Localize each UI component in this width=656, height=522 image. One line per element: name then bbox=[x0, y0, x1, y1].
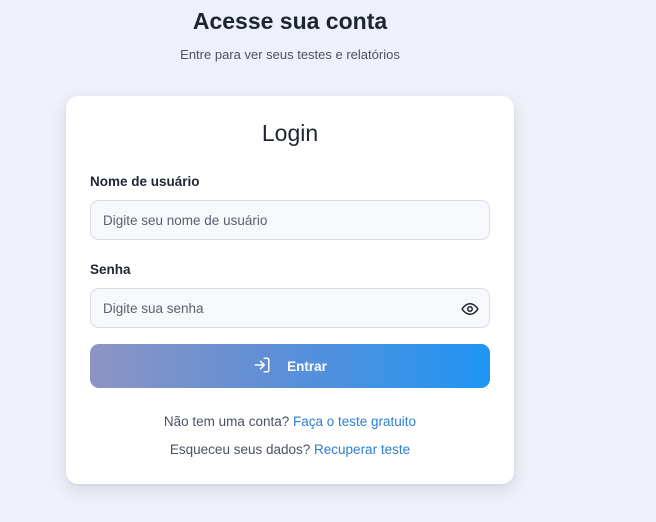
login-button-label: Entrar bbox=[287, 358, 327, 374]
username-input[interactable] bbox=[91, 201, 489, 239]
page-subtitle: Entre para ver seus testes e relatórios bbox=[180, 47, 400, 62]
password-field-wrapper bbox=[90, 288, 490, 328]
signup-link[interactable]: Faça o teste gratuito bbox=[293, 414, 416, 429]
page-title: Acesse sua conta bbox=[192, 8, 388, 34]
login-button[interactable]: Entrar bbox=[90, 344, 490, 388]
password-input[interactable] bbox=[91, 289, 489, 327]
username-field-wrapper bbox=[90, 200, 490, 240]
recover-row: Esqueceu seus dados? Recuperar teste bbox=[66, 442, 514, 457]
eye-icon[interactable] bbox=[461, 300, 479, 318]
password-label: Senha bbox=[90, 262, 131, 277]
recover-link[interactable]: Recuperar teste bbox=[314, 442, 410, 457]
signup-prompt: Não tem uma conta? bbox=[163, 414, 290, 429]
signup-row: Não tem uma conta? Faça o teste gratuito bbox=[66, 414, 514, 429]
recover-prompt: Esqueceu seus dados? bbox=[169, 442, 311, 457]
login-icon bbox=[253, 356, 271, 377]
login-page: Acesse sua conta Entre para ver seus tes… bbox=[0, 0, 656, 522]
login-card-title: Login bbox=[261, 120, 319, 146]
username-label: Nome de usuário bbox=[90, 174, 200, 189]
login-card: Login Nome de usuário Senha bbox=[66, 96, 514, 484]
